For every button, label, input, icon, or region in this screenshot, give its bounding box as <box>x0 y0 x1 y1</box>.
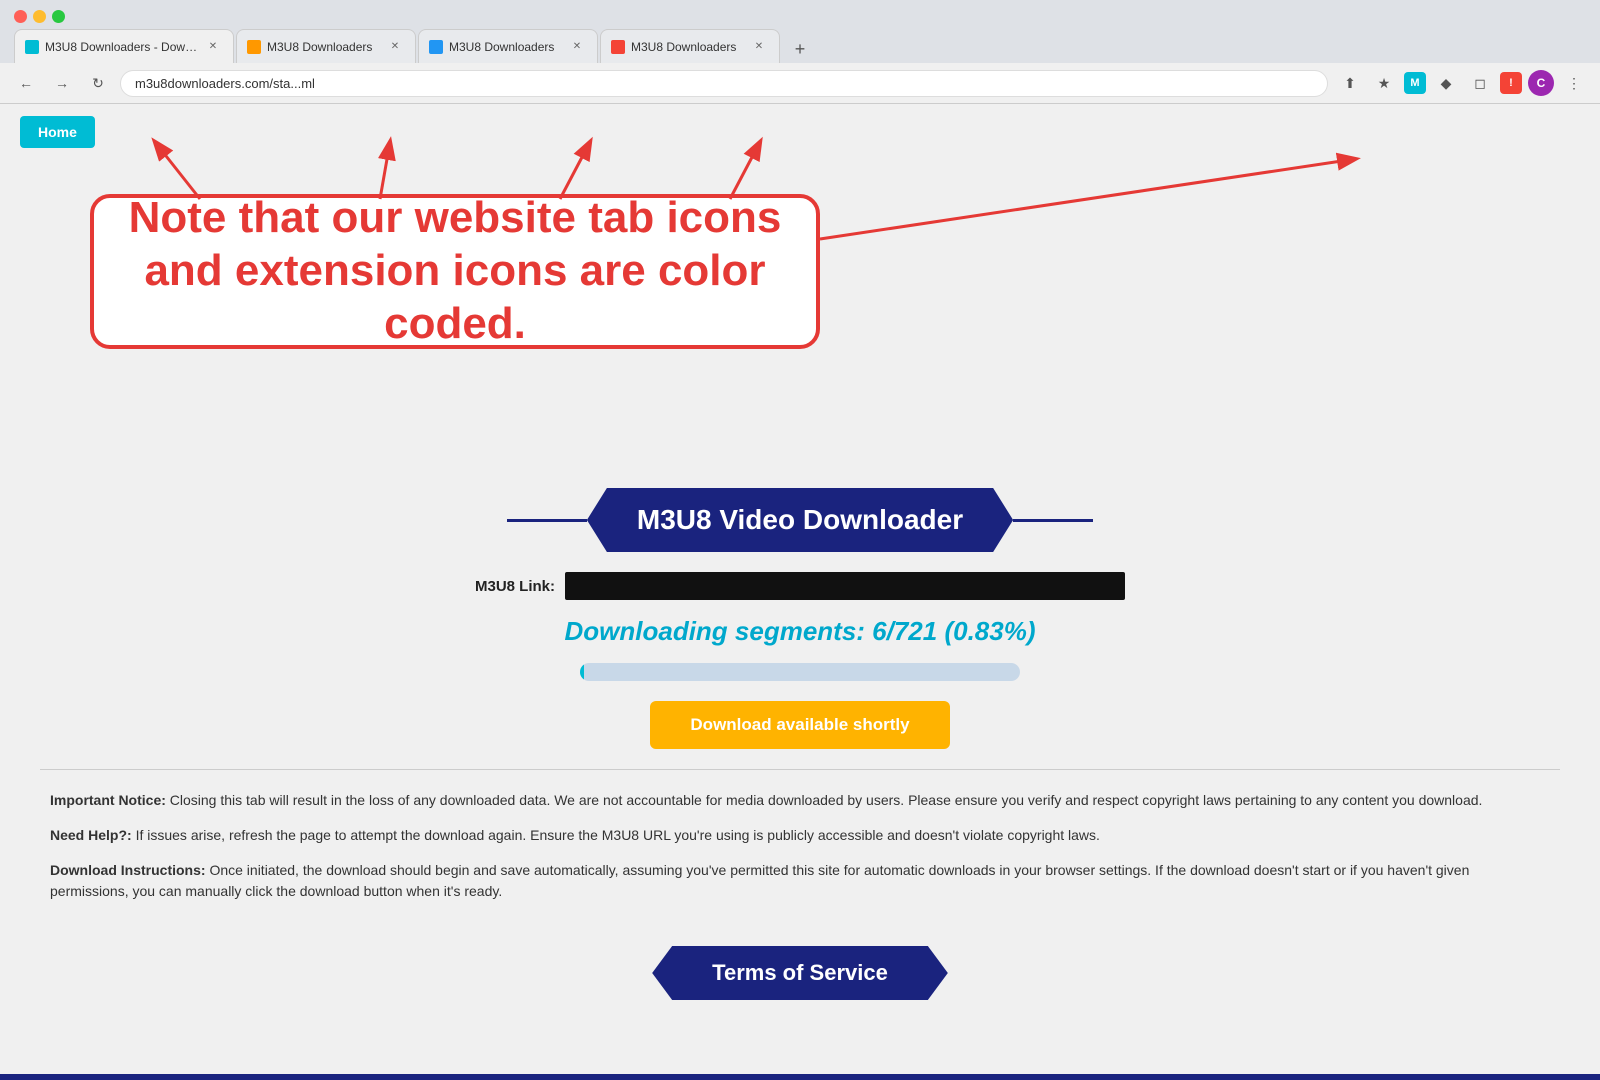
m3u8-link-row: M3U8 Link: <box>40 572 1560 600</box>
tab-title-3: M3U8 Downloaders <box>449 40 563 54</box>
download-instructions: Download Instructions: Once initiated, t… <box>50 860 1550 902</box>
info-section: Important Notice: Closing this tab will … <box>40 790 1560 902</box>
bottom-bar <box>0 1074 1600 1080</box>
important-notice: Important Notice: Closing this tab will … <box>50 790 1550 811</box>
tab-favicon-3 <box>429 40 443 54</box>
tab-1[interactable]: M3U8 Downloaders - Downlo... ✕ <box>14 29 234 63</box>
instructions-text: Once initiated, the download should begi… <box>50 862 1469 899</box>
progress-container <box>40 663 1560 681</box>
tab-title-4: M3U8 Downloaders <box>631 40 745 54</box>
toolbar-icons: ⬆ ★ M ◆ ◻ ! C ⋮ <box>1336 69 1588 97</box>
terms-section: Terms of Service <box>40 916 1560 1060</box>
tab-close-2[interactable]: ✕ <box>387 39 403 55</box>
title-line-left <box>507 519 587 522</box>
tab-close-4[interactable]: ✕ <box>751 39 767 55</box>
menu-icon[interactable]: ⋮ <box>1560 69 1588 97</box>
help-text: If issues arise, refresh the page to att… <box>136 827 1100 843</box>
annotation-text: Note that our website tab icons and exte… <box>94 182 816 360</box>
annotation-box: Note that our website tab icons and exte… <box>90 194 820 349</box>
tab-title-1: M3U8 Downloaders - Downlo... <box>45 40 199 54</box>
bookmark-icon[interactable]: ★ <box>1370 69 1398 97</box>
m3u8-label: M3U8 Link: <box>475 578 555 595</box>
need-help: Need Help?: If issues arise, refresh the… <box>50 825 1550 846</box>
progress-fill <box>580 663 584 681</box>
new-tab-button[interactable]: + <box>786 35 814 63</box>
traffic-lights <box>0 0 1600 23</box>
address-input[interactable] <box>120 70 1328 97</box>
page-content: Note that our website tab icons and exte… <box>0 104 1600 1080</box>
terms-badge[interactable]: Terms of Service <box>652 946 948 1000</box>
tab-2[interactable]: M3U8 Downloaders ✕ <box>236 29 416 63</box>
help-label: Need Help?: <box>50 827 132 843</box>
tab-favicon-1 <box>25 40 39 54</box>
home-button[interactable]: Home <box>20 116 95 148</box>
minimize-button[interactable] <box>33 10 46 23</box>
main-content: M3U8 Video Downloader M3U8 Link: Downloa… <box>0 468 1600 1080</box>
important-text: Closing this tab will result in the loss… <box>170 792 1483 808</box>
tab-title-2: M3U8 Downloaders <box>267 40 381 54</box>
instructions-label: Download Instructions: <box>50 862 206 878</box>
progress-track <box>580 663 1020 681</box>
title-section: M3U8 Video Downloader <box>40 488 1560 552</box>
important-label: Important Notice: <box>50 792 166 808</box>
download-status: Downloading segments: 6/721 (0.83%) <box>40 616 1560 647</box>
tab-close-3[interactable]: ✕ <box>569 39 585 55</box>
close-button[interactable] <box>14 10 27 23</box>
m3u8-input-display <box>565 572 1125 600</box>
reload-button[interactable]: ↻ <box>84 69 112 97</box>
site-nav: Home <box>0 104 1600 158</box>
sidebar-icon[interactable]: ◻ <box>1466 69 1494 97</box>
title-line-right <box>1013 519 1093 522</box>
address-bar-row: ← → ↻ ⬆ ★ M ◆ ◻ ! C ⋮ <box>0 63 1600 104</box>
share-icon[interactable]: ⬆ <box>1336 69 1364 97</box>
tab-4[interactable]: M3U8 Downloaders ✕ <box>600 29 780 63</box>
divider <box>40 769 1560 770</box>
browser-chrome: M3U8 Downloaders - Downlo... ✕ M3U8 Down… <box>0 0 1600 104</box>
download-button[interactable]: Download available shortly <box>650 701 949 749</box>
extensions-icon[interactable]: ◆ <box>1432 69 1460 97</box>
forward-button[interactable]: → <box>48 69 76 97</box>
tab-favicon-4 <box>611 40 625 54</box>
back-button[interactable]: ← <box>12 69 40 97</box>
download-button-container: Download available shortly <box>40 701 1560 749</box>
extension-teal-icon[interactable]: M <box>1404 72 1426 94</box>
profile-avatar[interactable]: C <box>1528 70 1554 96</box>
tab-favicon-2 <box>247 40 261 54</box>
maximize-button[interactable] <box>52 10 65 23</box>
extension-red-icon[interactable]: ! <box>1500 72 1522 94</box>
page-title: M3U8 Video Downloader <box>587 488 1013 552</box>
tab-close-1[interactable]: ✕ <box>205 39 221 55</box>
tabs-bar: M3U8 Downloaders - Downlo... ✕ M3U8 Down… <box>0 23 1600 63</box>
tab-3[interactable]: M3U8 Downloaders ✕ <box>418 29 598 63</box>
